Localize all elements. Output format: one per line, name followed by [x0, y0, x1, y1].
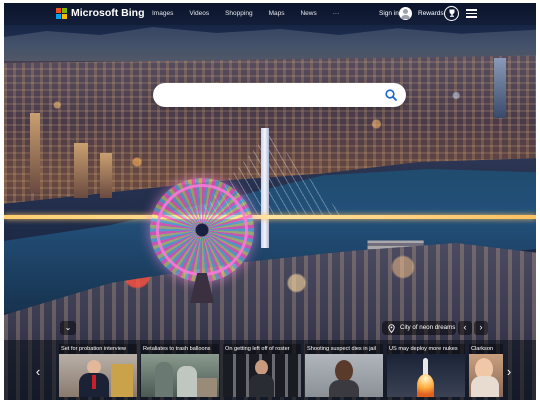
person-figure [329, 380, 359, 397]
news-card[interactable]: US may deploy more nukes [387, 344, 465, 397]
image-location-label: City of neon dreams [400, 324, 456, 331]
collapse-feed-button[interactable]: ⌄ [60, 321, 76, 335]
nav-images[interactable]: Images [152, 10, 173, 17]
person-figure [155, 362, 173, 397]
top-bar: Microsoft Bing Images Videos Shopping Ma… [4, 3, 536, 25]
nav-shopping[interactable]: Shopping [225, 10, 252, 17]
chevron-right-icon: › [479, 322, 483, 332]
news-next-button[interactable]: › [503, 363, 515, 381]
chevron-left-icon: ‹ [35, 364, 41, 379]
news-headline: Retaliates to trash balloons [141, 344, 219, 354]
person-figure [249, 374, 274, 397]
location-pin-icon [388, 323, 395, 333]
avatar-icon[interactable] [399, 7, 412, 20]
news-card[interactable]: Clarkson [469, 344, 503, 397]
person-figure [255, 360, 268, 375]
debris [197, 378, 217, 397]
skyscraper [74, 143, 88, 198]
ferris-wheel [150, 178, 254, 282]
bing-logo[interactable]: Microsoft Bing [56, 7, 145, 19]
rewards-trophy-icon[interactable] [444, 6, 459, 21]
search-input[interactable] [165, 88, 375, 102]
news-card[interactable]: Retaliates to trash balloons [141, 344, 219, 397]
gold-frame [111, 364, 133, 397]
logo-square-green [62, 7, 67, 13]
chevron-down-icon: ⌄ [64, 323, 72, 332]
next-image-button[interactable]: › [474, 321, 488, 335]
nav-more[interactable]: ··· [333, 10, 340, 17]
skyscraper [100, 153, 112, 198]
news-thumbnail [469, 354, 503, 397]
missile-exhaust [417, 374, 434, 397]
news-headline: Set for probation interview [59, 344, 137, 354]
microsoft-logo-icon [56, 7, 67, 19]
nav-links: Images Videos Shopping Maps News ··· [152, 10, 355, 17]
trophy-icon [449, 9, 454, 17]
logo-square-yellow [62, 13, 67, 19]
news-thumbnail [223, 354, 301, 397]
bing-homepage: Microsoft Bing Images Videos Shopping Ma… [4, 3, 536, 400]
news-thumbnail [59, 354, 137, 397]
news-previous-button[interactable]: ‹ [32, 363, 44, 381]
search-box[interactable] [153, 83, 406, 107]
sign-in-link[interactable]: Sign in [379, 10, 399, 17]
chevron-left-icon: ‹ [463, 322, 467, 332]
red-tie [92, 375, 96, 389]
person-figure [177, 366, 197, 397]
chevron-right-icon: › [506, 364, 512, 379]
logo-square-blue [56, 13, 61, 19]
news-card[interactable]: Shooting suspect dies in jail [305, 344, 383, 397]
person-figure [471, 376, 499, 397]
news-headline: US may deploy more nukes [387, 344, 465, 354]
bridge-deck [4, 215, 536, 219]
news-card[interactable]: On getting left off of roster [223, 344, 301, 397]
news-headline: Shooting suspect dies in jail [305, 344, 383, 354]
nav-maps[interactable]: Maps [269, 10, 285, 17]
person-figure [87, 360, 101, 374]
previous-image-button[interactable]: ‹ [458, 321, 472, 335]
news-headline: On getting left off of roster [223, 344, 301, 354]
news-headline: Clarkson [469, 344, 503, 354]
news-thumbnail [305, 354, 383, 397]
news-thumbnail [387, 354, 465, 397]
nav-videos[interactable]: Videos [189, 10, 209, 17]
bridge-pylon [261, 128, 269, 248]
image-info-button[interactable]: City of neon dreams [382, 321, 456, 335]
brand-name: Microsoft Bing [71, 7, 145, 19]
hamburger-menu-icon[interactable] [466, 9, 477, 18]
search-icon[interactable] [384, 88, 398, 102]
nav-news[interactable]: News [300, 10, 316, 17]
skyscraper [494, 58, 506, 118]
rewards-link[interactable]: Rewards [418, 10, 444, 17]
news-card[interactable]: Set for probation interview [59, 344, 137, 397]
logo-square-red [56, 7, 61, 13]
news-thumbnail [141, 354, 219, 397]
skyscraper [30, 113, 40, 193]
person-figure [335, 360, 353, 382]
